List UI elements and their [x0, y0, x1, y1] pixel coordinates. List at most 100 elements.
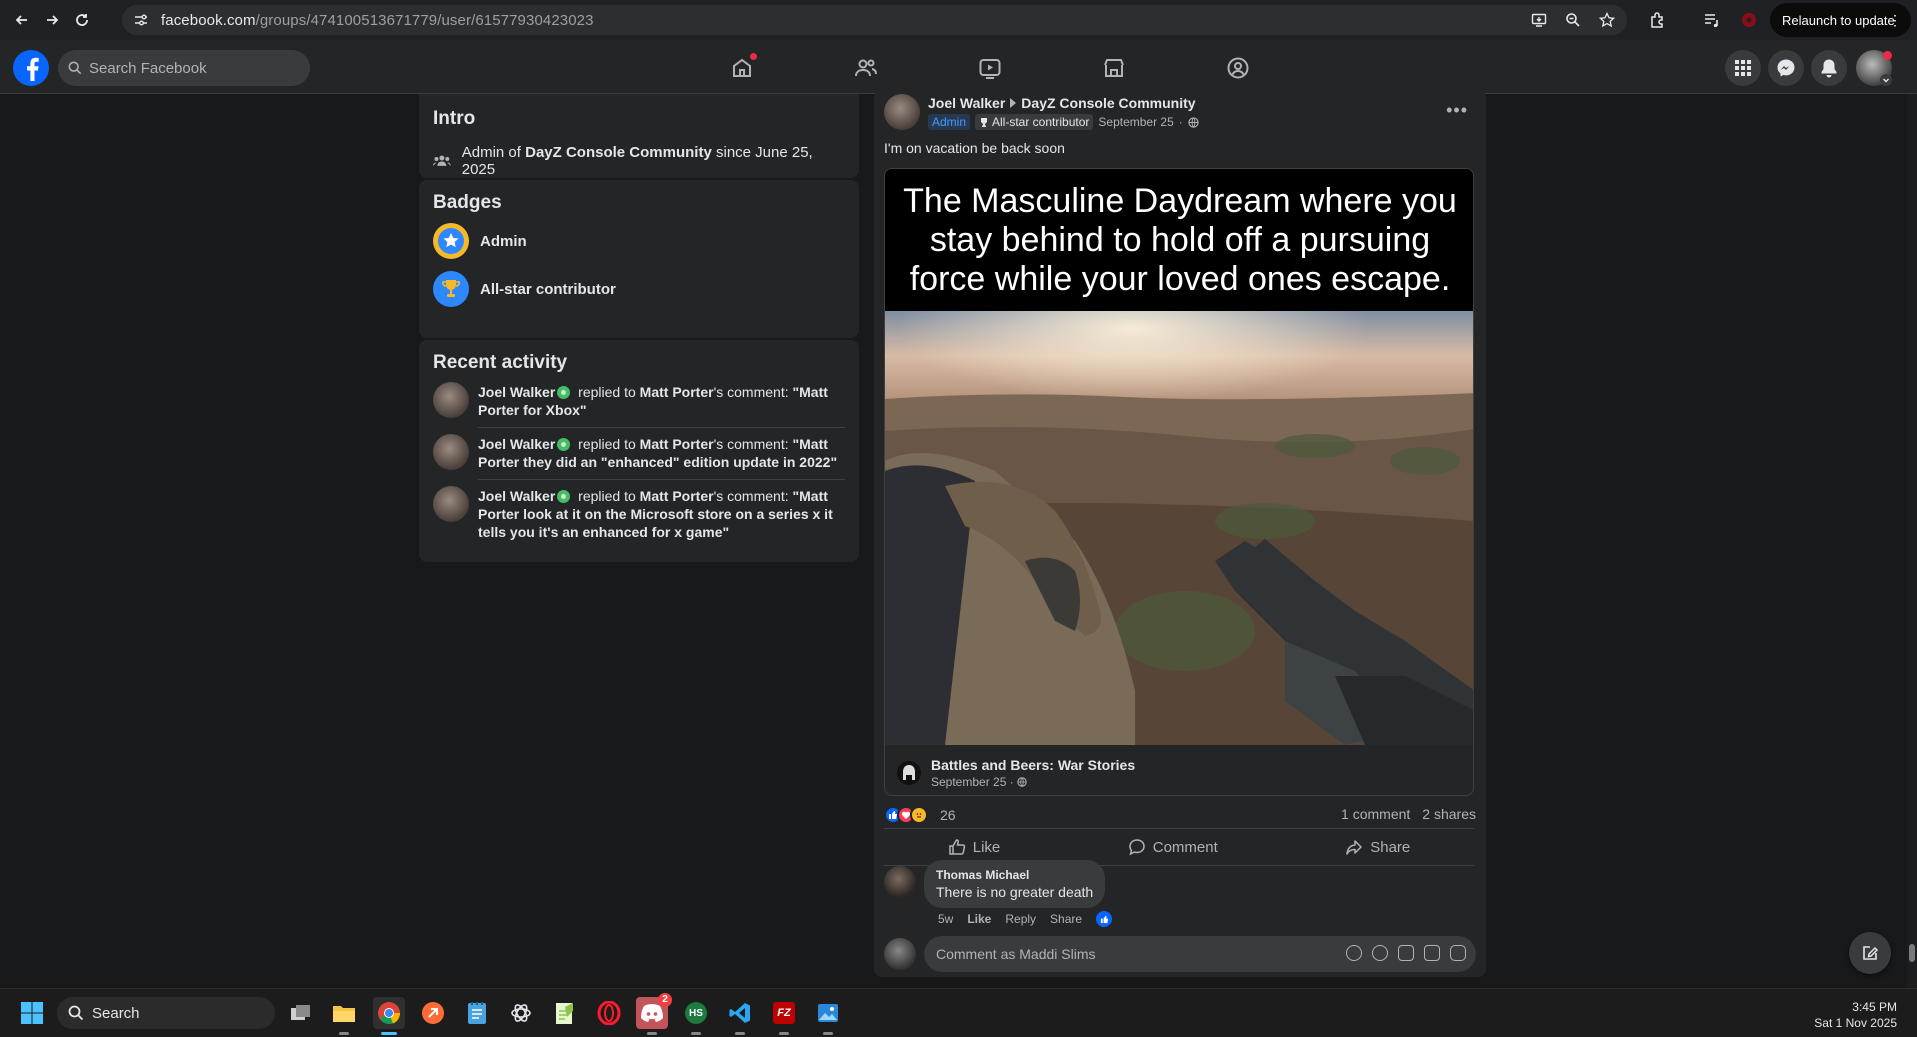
notifications-bell-icon[interactable] [1811, 50, 1847, 86]
caret-right-icon [1010, 98, 1017, 108]
comment-input[interactable]: Comment as Maddi Slims [924, 936, 1476, 972]
shared-page-name[interactable]: Battles and Beers: War Stories [931, 757, 1135, 773]
post-more-options-icon[interactable]: ••• [1446, 100, 1468, 121]
profile-avatar[interactable] [1856, 50, 1892, 86]
windows-start-icon[interactable] [16, 997, 48, 1029]
taskbar-search[interactable]: Search [57, 997, 275, 1029]
comment-reply-link[interactable]: Reply [1005, 912, 1036, 926]
nav-groups-icon[interactable] [1176, 48, 1300, 88]
taskbar-clock[interactable]: 3:45 PM Sat 1 Nov 2025 [1814, 999, 1897, 1031]
facebook-header: Search Facebook [0, 40, 1917, 94]
reactions-summary[interactable]: 26 [884, 806, 956, 824]
badges-title: Badges [433, 192, 502, 213]
opera-icon[interactable] [593, 997, 625, 1029]
post-author-avatar[interactable] [884, 94, 920, 130]
intro-group-link[interactable]: DayZ Console Community [525, 144, 712, 161]
messenger-icon[interactable] [1768, 50, 1804, 86]
nav-home-icon[interactable] [680, 48, 804, 88]
nav-watch-icon[interactable] [928, 48, 1052, 88]
hs-app-icon[interactable]: HS [680, 997, 712, 1035]
relaunch-to-update-button[interactable]: Relaunch to update ⋮ [1770, 3, 1911, 37]
chevron-down-icon [1880, 74, 1892, 86]
facebook-search-input[interactable]: Search Facebook [58, 50, 310, 86]
comment-like-link[interactable]: Like [967, 912, 991, 926]
search-icon [68, 1005, 84, 1021]
photos-icon[interactable] [812, 997, 844, 1035]
comment-age[interactable]: 5w [938, 912, 953, 926]
site-settings-icon[interactable] [131, 10, 151, 30]
comment-button[interactable]: Comment [1128, 838, 1218, 856]
camera-icon[interactable] [1398, 945, 1414, 961]
shared-post-date[interactable]: September 25 [931, 775, 1006, 789]
scrollbar-thumb[interactable] [1909, 944, 1915, 962]
comments-count[interactable]: 1 comment [1341, 806, 1410, 822]
admin-tag: Admin [928, 114, 971, 130]
spartan-helmet-icon [897, 761, 921, 785]
commenter-name[interactable]: Thomas Michael [936, 868, 1093, 882]
badge-admin[interactable]: Admin [433, 223, 845, 259]
emoji-icon[interactable] [1372, 945, 1388, 961]
address-bar[interactable]: facebook.com/groups/474100513671779/user… [122, 5, 1627, 35]
recent-activity-title: Recent activity [433, 352, 568, 373]
bookmark-star-icon[interactable] [1597, 10, 1617, 30]
trophy-badge-icon [433, 271, 469, 307]
comment-share-link[interactable]: Share [1050, 912, 1082, 926]
post-group-name[interactable]: DayZ Console Community [1021, 95, 1195, 111]
nav-marketplace-icon[interactable] [1052, 48, 1176, 88]
like-button[interactable]: Like [948, 838, 1000, 856]
chrome-menu-icon[interactable]: ⋮ [1888, 12, 1902, 28]
windows-taskbar: Search 2 HS FZ 3:45 PM Sat 1 Nov 2025 [0, 988, 1917, 1037]
avatar-sticker-icon[interactable] [1346, 945, 1362, 961]
verified-badge-icon [557, 438, 571, 451]
page-scrollbar[interactable] [1907, 94, 1917, 988]
file-explorer-icon[interactable] [328, 997, 360, 1035]
chrome-icon[interactable] [373, 997, 405, 1035]
notepadplusplus-icon[interactable] [549, 997, 581, 1029]
intro-card: Intro Admin of DayZ Console Community si… [419, 94, 859, 178]
share-button[interactable]: Share [1345, 838, 1410, 856]
sticker-icon[interactable] [1450, 945, 1466, 961]
badge-all-star[interactable]: All-star contributor [433, 271, 845, 307]
back-icon[interactable] [9, 7, 35, 33]
new-message-button[interactable] [1849, 932, 1891, 974]
notepad-icon[interactable] [461, 997, 493, 1029]
post-date[interactable]: September 25 [1098, 115, 1173, 129]
intro-title: Intro [433, 108, 476, 129]
avatar [433, 382, 469, 418]
postman-icon[interactable] [417, 997, 449, 1029]
commenter-avatar[interactable] [884, 866, 916, 898]
biohazard-extension-icon[interactable] [1736, 7, 1762, 33]
share-arrow-icon [1346, 840, 1362, 855]
media-controls-icon[interactable] [1699, 7, 1725, 33]
comment-composer: Comment as Maddi Slims [884, 936, 1476, 972]
forward-icon[interactable] [39, 7, 65, 33]
activity-item[interactable]: Joel Walker replied to Matt Porter's com… [433, 480, 845, 549]
shared-page-row[interactable]: Battles and Beers: War Stories September… [897, 757, 1135, 789]
reaction-count: 26 [940, 807, 956, 823]
task-view-icon[interactable] [285, 997, 317, 1029]
filezilla-icon[interactable]: FZ [768, 997, 800, 1035]
extensions-icon[interactable] [1645, 7, 1671, 33]
badge-admin-label: Admin [480, 232, 527, 250]
reload-icon[interactable] [69, 7, 95, 33]
discord-icon[interactable]: 2 [636, 993, 672, 1035]
zoom-icon[interactable] [1563, 10, 1583, 30]
meme-photo [885, 311, 1473, 745]
globe-icon [1188, 116, 1199, 128]
group-members-icon [433, 155, 451, 166]
gif-icon[interactable] [1424, 945, 1440, 961]
activity-item[interactable]: Joel Walker replied to Matt Porter's com… [433, 376, 845, 428]
facebook-logo[interactable] [13, 50, 49, 86]
avatar [433, 486, 469, 522]
shares-count[interactable]: 2 shares [1422, 806, 1476, 822]
shared-post[interactable]: The Masculine Daydream where you stay be… [884, 168, 1474, 796]
vscode-icon[interactable] [724, 997, 756, 1035]
chatgpt-icon[interactable] [505, 997, 537, 1029]
nav-friends-icon[interactable] [804, 48, 928, 88]
activity-item[interactable]: Joel Walker replied to Matt Porter's com… [433, 428, 845, 480]
install-app-icon[interactable] [1529, 10, 1549, 30]
post-author-name[interactable]: Joel Walker [928, 95, 1005, 111]
menu-grid-icon[interactable] [1725, 50, 1761, 86]
search-icon [68, 61, 82, 75]
badges-card: Badges Admin All-star contributor [419, 180, 859, 338]
